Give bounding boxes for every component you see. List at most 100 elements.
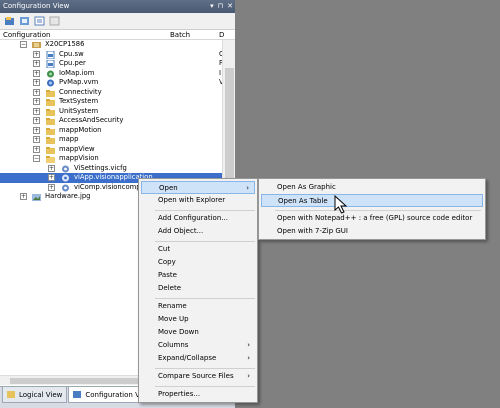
menu-item-open-as-table[interactable]: Open As Table — [261, 194, 483, 207]
expand-toggle-icon[interactable]: + — [33, 60, 40, 67]
open-submenu: Open As Graphic Open As Table Open with … — [258, 178, 486, 240]
menu-item-open-with-explorer[interactable]: Open with Explorer — [141, 194, 225, 207]
configuration-button[interactable] — [18, 15, 31, 27]
expand-toggle-icon[interactable]: + — [33, 117, 40, 124]
menu-item-label: Copy — [158, 258, 176, 266]
expand-toggle-icon[interactable]: + — [48, 174, 55, 181]
tree-item-label: mappVision — [59, 154, 99, 162]
properties-button[interactable] — [33, 15, 46, 27]
disabled-button[interactable] — [48, 15, 61, 27]
folder-icon — [46, 108, 55, 116]
tree-row-connectivity[interactable]: + Connectivity — [0, 88, 222, 98]
menu-item-cut[interactable]: Cut — [141, 243, 170, 256]
menu-item-compare-source-files[interactable]: Compare Source Files › — [141, 370, 255, 383]
configuration-view-icon — [73, 391, 82, 398]
tree-row-unitsystem[interactable]: + UnitSystem — [0, 107, 222, 117]
chevron-right-icon: › — [246, 184, 249, 192]
tree-row-mappvision[interactable]: − mappVision — [0, 154, 222, 164]
expand-toggle-icon[interactable]: + — [33, 126, 40, 134]
menu-item-paste[interactable]: Paste — [141, 269, 177, 282]
tree-item-label: AccessAndSecurity — [59, 116, 124, 124]
panel-toolbar — [0, 13, 235, 30]
expand-toggle-icon[interactable]: + — [33, 145, 40, 153]
menu-item-properties[interactable]: Properties... — [141, 388, 200, 401]
menu-item-open-with-7zip[interactable]: Open with 7-Zip GUI — [261, 225, 348, 238]
expand-toggle-icon[interactable]: + — [20, 193, 27, 200]
menu-separator — [155, 298, 255, 299]
menu-item-label: Paste — [158, 271, 177, 279]
menu-item-columns[interactable]: Columns › — [141, 339, 255, 352]
menu-item-add-object[interactable]: Add Object... — [141, 225, 203, 238]
menu-item-open-as-graphic[interactable]: Open As Graphic — [261, 181, 336, 194]
folder-icon — [46, 89, 55, 97]
menu-item-label: Move Down — [158, 328, 199, 336]
tree-item-label: X20CP1586 — [45, 40, 85, 48]
tree-row-mappview[interactable]: + mappView — [0, 145, 222, 155]
menu-item-move-down[interactable]: Move Down — [141, 326, 199, 339]
expand-toggle-icon[interactable]: + — [48, 164, 55, 172]
expand-toggle-icon[interactable]: + — [48, 183, 55, 191]
tree-item-label: UnitSystem — [59, 106, 99, 115]
menu-item-delete[interactable]: Delete — [141, 282, 181, 295]
menu-item-move-up[interactable]: Move Up — [141, 313, 189, 326]
column-configuration[interactable]: Configuration — [3, 30, 50, 40]
tree-item-label: mapp — [59, 135, 79, 143]
folder-icon — [46, 99, 55, 106]
column-d[interactable]: D — [219, 30, 224, 40]
menu-item-label: Open with Explorer — [158, 196, 226, 204]
expand-toggle-icon[interactable]: + — [33, 50, 40, 58]
scrollbar-thumb[interactable] — [10, 378, 150, 384]
window-icon — [49, 16, 60, 26]
tree-row-iomap[interactable]: + IoMap.iom I — [0, 69, 222, 79]
tree-row-textsystem[interactable]: + TextSystem — [0, 97, 222, 107]
menu-item-copy[interactable]: Copy — [141, 256, 176, 269]
globe-icon — [47, 79, 54, 87]
expand-toggle-icon[interactable]: + — [33, 107, 40, 115]
cpu-icon — [32, 42, 41, 48]
globe-icon — [47, 70, 54, 77]
folder-icon — [46, 146, 55, 154]
image-icon — [32, 194, 41, 201]
tree-row-pvmap[interactable]: + PvMap.vvm V — [0, 78, 222, 88]
tree-item-label: IoMap.iom — [59, 68, 95, 77]
panel-pin-icon[interactable]: ⊓ — [218, 0, 223, 13]
collapse-toggle-icon[interactable]: − — [20, 41, 27, 48]
menu-separator — [155, 386, 255, 387]
tree-item-label: PvMap.vvm — [59, 78, 99, 86]
collapse-toggle-icon[interactable]: − — [33, 155, 40, 162]
tree-row-accessandsecurity[interactable]: + AccessAndSecurity — [0, 116, 222, 126]
menu-item-expand-collapse[interactable]: Expand/Collapse › — [141, 352, 255, 365]
tab-logical-view[interactable]: Logical View — [2, 387, 68, 403]
tree-row-cpu-sw[interactable]: + Cpu.sw C — [0, 50, 222, 60]
menu-item-label: Delete — [158, 284, 181, 292]
tree-item-label: Hardware.jpg — [45, 192, 91, 200]
tree-row-x20cp1586[interactable]: − X20CP1586 — [0, 40, 222, 50]
menu-separator — [275, 210, 481, 211]
column-batch[interactable]: Batch — [170, 30, 190, 40]
expand-toggle-icon[interactable]: + — [33, 98, 40, 105]
panel-menu-icon[interactable]: ▾ — [210, 0, 214, 13]
file-icon — [46, 60, 55, 68]
tree-item-label: mappMotion — [59, 125, 102, 134]
panel-close-icon[interactable]: ✕ — [227, 0, 233, 13]
chevron-right-icon: › — [247, 341, 250, 349]
menu-item-label: Open with Notepad++ : a free (GPL) sourc… — [277, 214, 473, 222]
refresh-button[interactable] — [3, 15, 16, 27]
tree-row-mapp[interactable]: + mapp — [0, 135, 222, 145]
menu-item-label: Rename — [158, 302, 187, 310]
tree-row-mappmotion[interactable]: + mappMotion — [0, 126, 222, 136]
expand-toggle-icon[interactable]: + — [33, 79, 40, 86]
expand-toggle-icon[interactable]: + — [33, 136, 40, 143]
tree-item-type: I — [219, 68, 222, 77]
tree-row-visettings[interactable]: + ViSettings.vicfg — [0, 164, 222, 174]
menu-item-rename[interactable]: Rename — [141, 300, 187, 313]
menu-item-open-with-notepad[interactable]: Open with Notepad++ : a free (GPL) sourc… — [261, 212, 472, 225]
expand-toggle-icon[interactable]: + — [33, 69, 40, 77]
menu-item-open[interactable]: Open › — [141, 181, 255, 194]
menu-item-label: Add Object... — [158, 227, 204, 235]
chevron-right-icon: › — [247, 372, 250, 380]
tree-row-cpu-per[interactable]: + Cpu.per P — [0, 59, 222, 69]
expand-toggle-icon[interactable]: + — [33, 88, 40, 96]
menu-item-add-configuration[interactable]: Add Configuration... — [141, 212, 228, 225]
configuration-icon — [20, 17, 29, 25]
